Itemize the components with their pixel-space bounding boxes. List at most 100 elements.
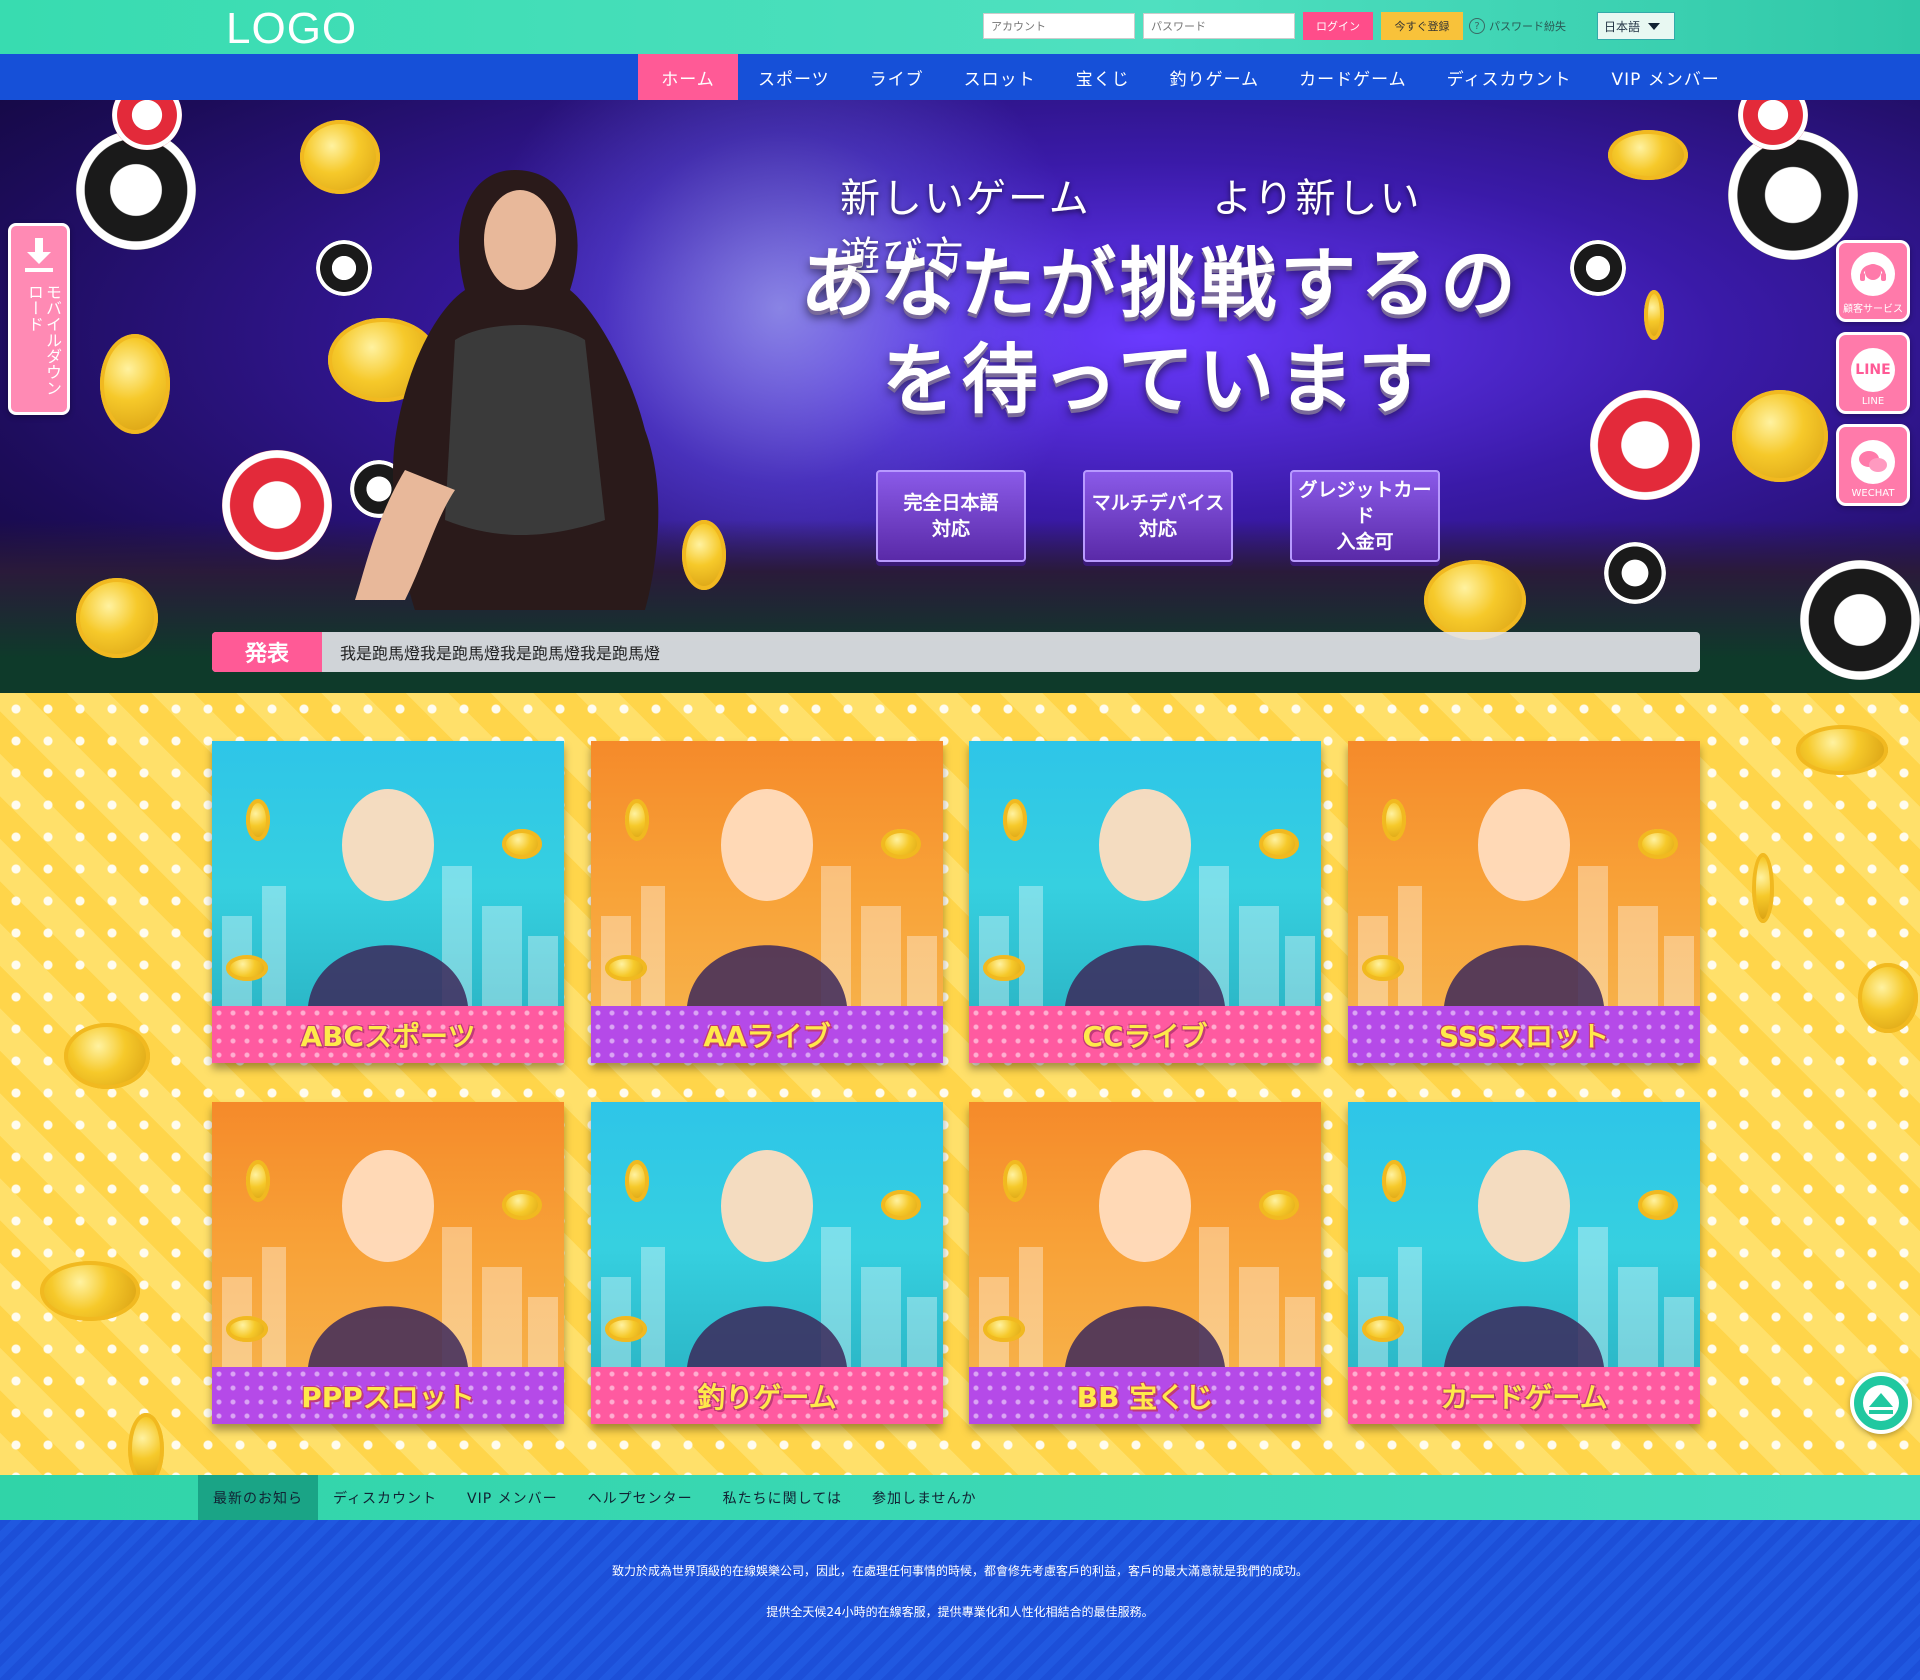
caret-down-icon	[1648, 22, 1661, 30]
gold-coin-icon	[246, 1160, 270, 1202]
hostess-image	[355, 170, 659, 610]
language-select[interactable]: 日本語	[1597, 12, 1675, 40]
game-card[interactable]: 釣りゲーム	[591, 1102, 943, 1424]
nav-list: ホーム スポーツ ライブ スロット 宝くじ 釣りゲーム カードゲーム ディスカウ…	[638, 54, 1740, 100]
customer-service-button[interactable]: 顧客サービス	[1836, 240, 1910, 322]
password-input[interactable]	[1143, 13, 1295, 39]
gold-coin-icon	[881, 829, 921, 859]
forgot-password-link[interactable]: ? パスワード紛失	[1469, 18, 1566, 34]
poker-chip-icon	[1590, 390, 1700, 500]
announcement-ticker: 発表 我是跑馬燈我是跑馬燈我是跑馬燈我是跑馬燈	[212, 632, 1700, 672]
hero-title: あなたが挑戦するの を待っています	[760, 236, 1560, 428]
game-character-image	[1444, 1150, 1604, 1367]
gold-coin-icon	[1608, 130, 1688, 180]
game-card[interactable]: BB 宝くじ	[969, 1102, 1321, 1424]
gold-coin-icon	[1638, 1190, 1678, 1220]
scroll-to-top-button[interactable]	[1850, 1372, 1912, 1434]
gold-coin-icon	[226, 1316, 268, 1342]
gold-coin-icon	[983, 955, 1025, 981]
game-card-label: AAライブ	[591, 1006, 943, 1063]
game-card[interactable]: SSSスロット	[1348, 741, 1700, 1063]
nav-item-fishing[interactable]: 釣りゲーム	[1150, 54, 1280, 100]
gold-coin-icon	[1003, 799, 1027, 841]
game-character-image	[687, 1150, 847, 1367]
header-bar: LOGO ログイン 今すぐ登録 ? パスワード紛失 日本語	[0, 0, 1920, 54]
game-card[interactable]: ABCスポーツ	[212, 741, 564, 1063]
feature-japanese-button[interactable]: 完全日本語 対応	[876, 470, 1026, 562]
footer-nav-join[interactable]: 参加しませんか	[857, 1475, 992, 1520]
footer-nav-about[interactable]: 私たちに関しては	[708, 1475, 857, 1520]
poker-chip-icon	[1570, 240, 1626, 296]
game-card-image	[969, 1102, 1321, 1367]
gold-coin-icon	[1362, 955, 1404, 981]
wechat-button[interactable]: WECHAT	[1836, 424, 1910, 506]
game-card[interactable]: CCライブ	[969, 741, 1321, 1063]
gold-coin-icon	[76, 578, 158, 658]
game-character-image	[308, 1150, 468, 1367]
game-character-image	[1444, 789, 1604, 1006]
game-character-image	[687, 789, 847, 1006]
gold-coin-icon	[1644, 290, 1664, 340]
question-icon: ?	[1469, 18, 1485, 34]
footer-nav-discount[interactable]: ディスカウント	[318, 1475, 452, 1520]
game-card-label: SSSスロット	[1348, 1006, 1700, 1063]
gold-coin-icon	[605, 1316, 647, 1342]
gold-coin-icon	[1424, 560, 1526, 640]
nav-item-slot[interactable]: スロット	[944, 54, 1056, 100]
ticker-text[interactable]: 我是跑馬燈我是跑馬燈我是跑馬燈我是跑馬燈	[322, 640, 660, 664]
ticker-label: 発表	[212, 632, 322, 672]
gold-coin-icon	[1796, 725, 1888, 775]
register-button[interactable]: 今すぐ登録	[1381, 12, 1463, 40]
game-card-image	[1348, 1102, 1700, 1367]
nav-item-sports[interactable]: スポーツ	[738, 54, 850, 100]
nav-item-live[interactable]: ライブ	[850, 54, 944, 100]
game-card[interactable]: PPPスロット	[212, 1102, 564, 1424]
language-value: 日本語	[1604, 19, 1641, 34]
gold-coin-icon	[40, 1261, 140, 1321]
gold-coin-icon	[625, 799, 649, 841]
login-button[interactable]: ログイン	[1303, 12, 1373, 40]
game-card-label: CCライブ	[969, 1006, 1321, 1063]
nav-item-discount[interactable]: ディスカウント	[1427, 54, 1592, 100]
gold-coin-icon	[682, 520, 726, 590]
gold-coin-icon	[100, 334, 170, 434]
gold-coin-icon	[1382, 799, 1406, 841]
nav-item-lottery[interactable]: 宝くじ	[1056, 54, 1150, 100]
nav-item-home[interactable]: ホーム	[638, 54, 738, 100]
game-character-image	[1065, 789, 1225, 1006]
nav-item-card-game[interactable]: カードゲーム	[1279, 54, 1427, 100]
footer-nav-vip[interactable]: VIP メンバー	[452, 1475, 573, 1520]
game-card-image	[212, 741, 564, 1006]
feature-credit-card-button[interactable]: グレジットカード 入金可	[1290, 470, 1440, 562]
gold-coin-icon	[881, 1190, 921, 1220]
account-input[interactable]	[983, 13, 1135, 39]
game-card-image	[969, 741, 1321, 1006]
footer-nav-list: 最新のお知ら ディスカウント VIP メンバー ヘルプセンター 私たちに関しては…	[198, 1475, 992, 1520]
gold-coin-icon	[64, 1023, 150, 1089]
game-card[interactable]: AAライブ	[591, 741, 943, 1063]
site-logo[interactable]: LOGO	[226, 4, 357, 54]
hero-title-line1: あなたが挑戦するの	[800, 239, 1520, 328]
hero-banner: 新しいゲーム より新しい遊び方 あなたが挑戦するの を待っています 完全日本語 …	[0, 100, 1920, 693]
poker-chip-icon	[1728, 130, 1858, 260]
gold-coin-icon	[1638, 829, 1678, 859]
game-card-image	[591, 741, 943, 1006]
poker-chip-icon	[1604, 542, 1666, 604]
game-card-image	[591, 1102, 943, 1367]
line-icon: LINE	[1851, 348, 1895, 392]
footer-nav-news[interactable]: 最新のお知ら	[198, 1475, 318, 1520]
gold-coin-icon	[1259, 1190, 1299, 1220]
line-label: LINE	[1861, 396, 1885, 407]
footer-nav-help[interactable]: ヘルプセンター	[573, 1475, 708, 1520]
headset-icon	[1851, 252, 1895, 296]
gold-coin-icon	[1732, 390, 1828, 482]
mobile-download-button[interactable]: モバイルダウンロード	[8, 223, 70, 415]
game-card[interactable]: カードゲーム	[1348, 1102, 1700, 1424]
feature-multidevice-button[interactable]: マルチデバイス 対応	[1083, 470, 1233, 562]
forgot-password-label: パスワード紛失	[1489, 20, 1566, 33]
gold-coin-icon	[1003, 1160, 1027, 1202]
game-card-label: カードゲーム	[1348, 1367, 1700, 1424]
game-card-label: PPPスロット	[212, 1367, 564, 1424]
nav-item-vip[interactable]: VIP メンバー	[1591, 54, 1739, 100]
line-button[interactable]: LINE LINE	[1836, 332, 1910, 414]
